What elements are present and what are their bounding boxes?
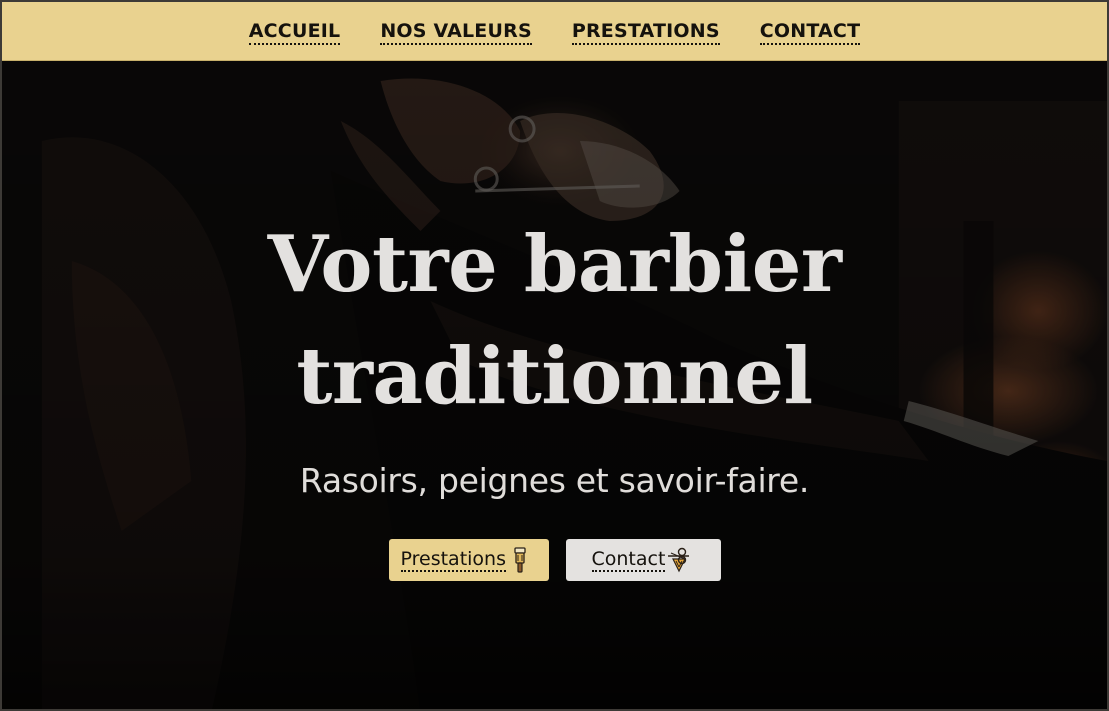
prestations-button-label: Prestations [400,547,506,572]
nav-list: ACCUEIL NOS VALEURS PRESTATIONS CONTACT [2,20,1107,45]
hero-actions: Prestations Contact [2,539,1107,581]
nav-link-nos-valeurs[interactable]: NOS VALEURS [380,20,532,45]
nav-link-contact[interactable]: CONTACT [759,20,861,45]
contact-button[interactable]: Contact [565,539,721,581]
nav-link-accueil[interactable]: ACCUEIL [248,20,341,45]
nav-link-prestations[interactable]: PRESTATIONS [571,20,720,45]
page: ACCUEIL NOS VALEURS PRESTATIONS CONTACT [0,0,1109,711]
hero-subtitle: Rasoirs, peignes et savoir-faire. [299,461,810,500]
prestations-button[interactable]: Prestations [388,539,549,581]
hero-title-line-2: traditionnel [296,331,813,422]
hero-title-line-1: Votre barbier [267,219,842,310]
scissors-comb-icon [667,547,691,573]
top-navigation: ACCUEIL NOS VALEURS PRESTATIONS CONTACT [2,2,1107,61]
razor-icon [512,547,528,573]
contact-button-label: Contact [591,547,666,572]
hero-section: Votre barbier traditionnel Rasoirs, peig… [2,61,1107,709]
hero-title: Votre barbier traditionnel [2,209,1107,433]
